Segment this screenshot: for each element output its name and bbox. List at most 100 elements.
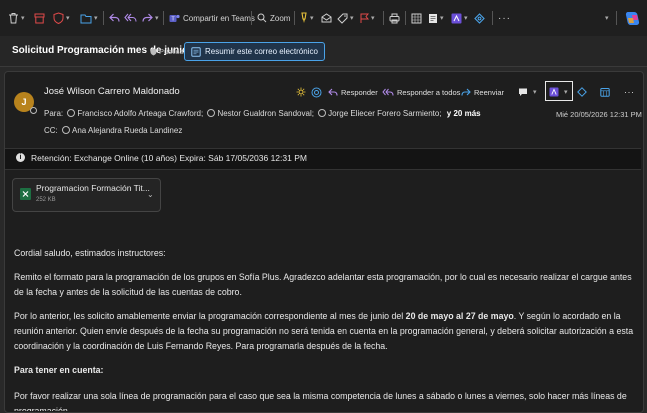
forward-action[interactable]: Reenviar	[461, 85, 504, 99]
immersive-reader-action[interactable]	[577, 85, 587, 99]
reply-all-label: Responder a todos	[397, 87, 461, 97]
archive-button[interactable]	[34, 9, 45, 27]
more-actions-button[interactable]: ···	[624, 85, 635, 99]
reply-action[interactable]: Responder	[328, 85, 378, 99]
feedback-button[interactable]: ▾	[518, 85, 537, 99]
highlight-icon	[451, 13, 462, 23]
more-options-button[interactable]: ···	[498, 9, 511, 27]
archive-icon	[34, 13, 45, 23]
print-button[interactable]	[389, 9, 400, 27]
cc-recipient[interactable]: Ana Alejandra Rueda Landinez	[72, 126, 182, 135]
retention-text: Retención: Exchange Online (10 años) Exp…	[31, 153, 307, 163]
public-badge: Pública	[150, 47, 184, 56]
diamond-icon	[577, 87, 587, 97]
flag-color-button[interactable]: ▾	[300, 9, 314, 27]
reply-all-action[interactable]: Responder a todos	[382, 85, 460, 99]
calendar-action[interactable]	[600, 85, 610, 99]
chevron-down-icon[interactable]: ⌄	[147, 190, 154, 199]
report-button[interactable]: ▾	[53, 9, 70, 27]
message-date: Mié 20/05/2026 12:31 PM	[556, 110, 642, 119]
chevron-down-icon: ▾	[350, 15, 354, 22]
message-card	[4, 71, 644, 413]
reply-label: Responder	[341, 87, 378, 97]
chevron-down-icon: ▾	[533, 89, 537, 96]
sun-icon-button[interactable]	[296, 85, 306, 99]
toolbar-divider	[492, 11, 493, 25]
share-teams-label: Compartir en Teams	[183, 13, 255, 23]
apps-button[interactable]	[411, 9, 422, 27]
reply-icon	[328, 88, 338, 96]
person-icon	[207, 109, 216, 117]
recipient[interactable]: Nestor Gualdron Sandoval;	[217, 109, 314, 118]
chevron-down-icon: ▾	[605, 15, 609, 22]
grid-icon	[411, 13, 422, 23]
chevron-down-icon: ▾	[21, 15, 25, 22]
view-button[interactable]: ▾	[428, 9, 444, 27]
print-icon	[389, 13, 400, 23]
highlight-action[interactable]: ▾	[549, 85, 568, 99]
body-heading: Para tener en cuenta:	[14, 365, 104, 375]
trash-icon	[9, 13, 18, 24]
recipient[interactable]: Jorge Eliecer Forero Sarmiento;	[328, 109, 441, 118]
reply-button[interactable]	[109, 9, 120, 27]
toolbar-divider	[383, 11, 384, 25]
body-greeting: Cordial saludo, estimados instructores:	[14, 248, 166, 258]
forward-label: Reenviar	[474, 87, 505, 97]
read-button[interactable]	[321, 9, 332, 27]
forward-button[interactable]: ▾	[142, 9, 159, 27]
highlight-button[interactable]: ▾	[451, 9, 468, 27]
reply-all-icon	[382, 88, 394, 96]
excel-file-icon	[20, 188, 31, 200]
move-folder-icon	[80, 14, 92, 23]
share-teams-button[interactable]: T Compartir en Teams	[169, 9, 255, 27]
to-recipients: Para: Francisco Adolfo Arteaga Crawford;…	[44, 109, 481, 118]
zoom-button[interactable]: Zoom	[257, 9, 290, 27]
expand-toolbar-button[interactable]: ▾	[603, 9, 609, 27]
body-text-bold: 20 de mayo al 27 de mayo	[405, 311, 514, 321]
toolbar-divider	[294, 11, 295, 25]
toolbar-divider	[251, 11, 252, 25]
summarize-label: Resumir este correo electrónico	[205, 47, 318, 56]
toolbar-divider	[103, 11, 104, 25]
recipient[interactable]: Francisco Adolfo Arteaga Crawford;	[77, 109, 203, 118]
highlight-icon	[549, 87, 559, 97]
comment-icon	[519, 88, 527, 96]
copilot-button[interactable]	[624, 7, 641, 29]
chevron-down-icon: ▾	[94, 15, 98, 22]
summarize-button[interactable]: Resumir este correo electrónico	[184, 42, 325, 61]
flag-button[interactable]: ▾	[359, 9, 375, 27]
copilot-icon	[625, 11, 640, 25]
chevron-down-icon: ▾	[371, 15, 375, 22]
diamond-icon	[474, 12, 485, 24]
envelope-open-icon	[321, 13, 332, 23]
marker-icon	[301, 12, 307, 23]
move-button[interactable]: ▾	[80, 9, 98, 27]
teams-icon: T	[169, 14, 180, 22]
cc-recipients: CC: Ana Alejandra Rueda Landinez	[44, 126, 182, 135]
to-label: Para:	[44, 109, 64, 118]
chevron-down-icon: ▾	[464, 15, 468, 22]
body-paragraph: Por favor realizar una sola línea de pro…	[14, 391, 627, 411]
reply-all-icon	[124, 13, 137, 22]
summarize-icon	[191, 46, 201, 57]
zoom-label: Zoom	[270, 13, 291, 23]
delete-button[interactable]: ▾	[8, 9, 25, 27]
toolbar-divider	[616, 11, 617, 25]
cc-label: CC:	[44, 126, 58, 135]
chevron-down-icon: ▾	[564, 89, 568, 96]
reply-all-button[interactable]	[124, 9, 137, 27]
presence-status-icon	[30, 107, 37, 114]
immersive-reader-button[interactable]	[474, 9, 485, 27]
chevron-down-icon: ▾	[310, 15, 314, 22]
flag-icon	[360, 13, 369, 23]
public-badge-label: Pública	[159, 47, 184, 56]
zoom-icon	[257, 13, 267, 23]
loop-button[interactable]	[311, 85, 322, 99]
person-icon	[318, 109, 327, 117]
more-recipients-link[interactable]: y 20 más	[447, 109, 481, 118]
shield-icon	[53, 12, 64, 24]
sender-name[interactable]: José Wilson Carrero Maldonado	[44, 86, 180, 97]
tag-button[interactable]: ▾	[337, 9, 354, 27]
body-paragraph: Por lo anterior, les solicito amablement…	[14, 309, 634, 354]
attachment-name: Programacion Formación Tit...	[36, 183, 150, 193]
